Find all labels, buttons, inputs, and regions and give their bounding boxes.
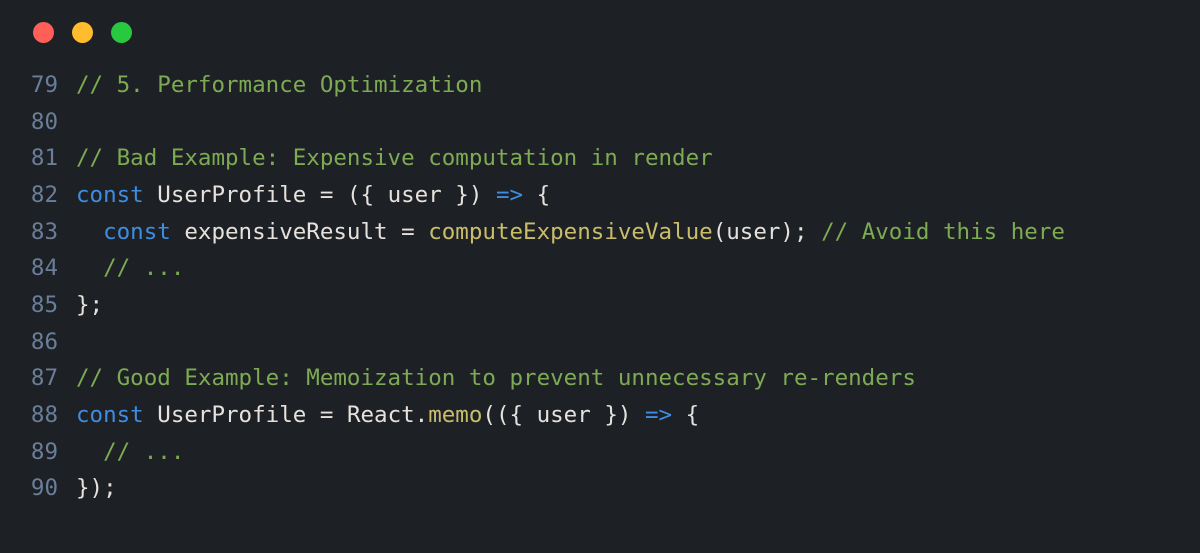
line-number: 86 — [16, 324, 58, 361]
code-line: 80 — [16, 104, 1200, 141]
code-content: // Good Example: Memoization to prevent … — [58, 360, 916, 397]
line-number: 79 — [16, 67, 58, 104]
line-number: 82 — [16, 177, 58, 214]
code-content: // ... — [58, 250, 184, 287]
line-number: 89 — [16, 434, 58, 471]
window-controls — [0, 22, 1200, 67]
code-line: 88const UserProfile = React.memo(({ user… — [16, 397, 1200, 434]
minimize-icon[interactable] — [72, 22, 93, 43]
line-number: 85 — [16, 287, 58, 324]
line-number: 81 — [16, 140, 58, 177]
line-number: 83 — [16, 214, 58, 251]
code-line: 82const UserProfile = ({ user }) => { — [16, 177, 1200, 214]
code-line: 90}); — [16, 470, 1200, 507]
code-line: 87// Good Example: Memoization to preven… — [16, 360, 1200, 397]
line-number: 80 — [16, 104, 58, 141]
line-number: 88 — [16, 397, 58, 434]
line-number: 84 — [16, 250, 58, 287]
code-content — [58, 104, 90, 141]
code-content: }; — [58, 287, 103, 324]
code-content: const UserProfile = React.memo(({ user }… — [58, 397, 699, 434]
code-line: 84 // ... — [16, 250, 1200, 287]
zoom-icon[interactable] — [111, 22, 132, 43]
code-line: 86 — [16, 324, 1200, 361]
code-content: // Bad Example: Expensive computation in… — [58, 140, 713, 177]
code-content: const expensiveResult = computeExpensive… — [58, 214, 1065, 251]
code-line: 89 // ... — [16, 434, 1200, 471]
code-content: }); — [58, 470, 117, 507]
code-content — [58, 324, 90, 361]
editor-window: 79// 5. Performance Optimization80 81// … — [0, 0, 1200, 553]
line-number: 87 — [16, 360, 58, 397]
code-content: const UserProfile = ({ user }) => { — [58, 177, 550, 214]
code-line: 83 const expensiveResult = computeExpens… — [16, 214, 1200, 251]
code-content: // ... — [58, 434, 184, 471]
code-content: // 5. Performance Optimization — [58, 67, 482, 104]
code-line: 85}; — [16, 287, 1200, 324]
code-area[interactable]: 79// 5. Performance Optimization80 81// … — [0, 67, 1200, 507]
code-line: 79// 5. Performance Optimization — [16, 67, 1200, 104]
line-number: 90 — [16, 470, 58, 507]
code-line: 81// Bad Example: Expensive computation … — [16, 140, 1200, 177]
close-icon[interactable] — [33, 22, 54, 43]
